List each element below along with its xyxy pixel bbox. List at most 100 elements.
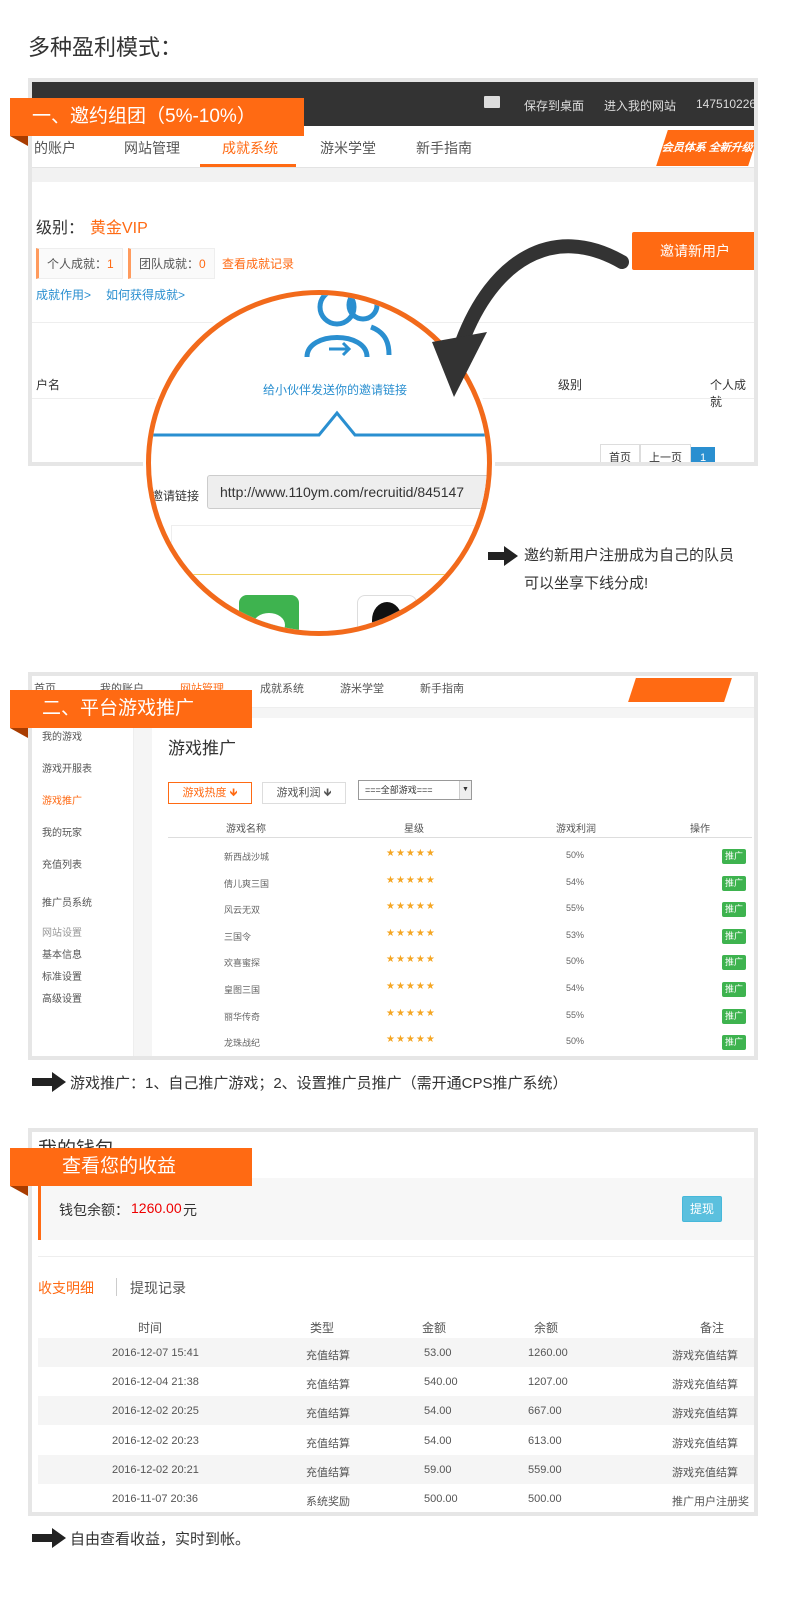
save-desktop-link[interactable]: 保存到桌面 [524,97,584,114]
promote-button[interactable]: 推广 [722,928,746,944]
curved-arrow-icon [432,239,629,397]
nav-guide[interactable]: 新手指南 [420,680,464,696]
cell-balance: 500.00 [528,1493,562,1505]
cell-remark: 游戏充值结算 [672,1408,738,1421]
promo-note: 游戏推广：1、自己推广游戏；2、设置推广员推广（需开通CPS推广系统） [70,1075,568,1092]
promote-button[interactable]: 推广 [722,902,746,918]
cell-remark: 游戏充值结算 [672,1466,738,1479]
nav-youmi-school[interactable]: 游米学堂 [320,138,376,158]
sidebar-recharge-list[interactable]: 充值列表 [42,856,82,871]
tab-income[interactable]: 收支明细 [38,1278,94,1298]
promote-button[interactable]: 推广 [722,1008,746,1024]
cell-time: 2016-12-04 21:38 [112,1376,199,1389]
member-upgrade-badge: 会员体系 全新升级 [656,130,754,166]
link-label: 邀请链接 [151,489,200,503]
promo-table-header: 游戏名称 星级 游戏利润 操作 [168,820,752,838]
promote-button[interactable]: 推广 [722,875,746,891]
personal-achievement: 个人成就：1 [36,248,123,279]
view-record-link[interactable]: 查看成就记录 [222,255,294,272]
nav-site-manage[interactable]: 网站管理 [124,138,180,158]
table-row: 2016-12-07 15:41 充值结算 53.00 1260.00 游戏充值结算 [38,1338,754,1367]
cell-time: 2016-12-07 15:41 [112,1347,199,1359]
ribbon-fold [10,136,28,146]
sidebar-my-players[interactable]: 我的玩家 [42,824,82,839]
team-achievement-value: 0 [199,257,206,271]
nav-achievement[interactable]: 成就系统 [260,680,304,696]
phone-number: 147510226 [696,97,757,111]
invite-new-user-button[interactable]: 邀请新用户 [632,232,754,270]
sidebar-server-list[interactable]: 游戏开服表 [42,760,92,775]
wechat-icon[interactable] [239,595,299,631]
ribbon-fold [10,728,28,738]
sidebar-game-promo[interactable]: 游戏推广 [42,792,82,807]
cell-time: 2016-12-02 20:23 [112,1434,199,1447]
arrow-right-icon [32,1528,66,1548]
col-type: 类型 [310,1321,335,1335]
cell-balance: 1260.00 [528,1347,568,1359]
sidebar-basic-info[interactable]: 基本信息 [42,946,82,961]
cell-balance: 613.00 [528,1434,562,1447]
personal-achievement-label: 个人成就： [47,257,108,271]
nav-my-account[interactable]: 的账户 [34,138,76,158]
level-value: 黄金VIP [90,220,148,237]
qq-icon[interactable] [357,595,417,631]
tab-withdraw[interactable]: 提现记录 [130,1278,186,1298]
pager-current[interactable]: 1 [691,447,716,462]
tab-separator [116,1278,117,1296]
table-row: 龙珠战纪 ★★★★★ 50% 推广 [168,1030,752,1056]
pager: 首页上一页1下一 [600,444,754,462]
sidebar-promoter-system[interactable]: 推广员系统 [42,894,92,909]
send-link-text: 给小伙伴发送你的邀请链接 [263,383,408,397]
game-profit: 54% [566,983,585,993]
arrow-right-icon [32,1072,66,1092]
promote-button[interactable]: 推广 [722,955,746,971]
achievement-use-link[interactable]: 成就作用> [36,286,91,303]
nav-gap [32,168,754,182]
withdraw-button[interactable]: 提现 [682,1196,722,1222]
game-name: 皇图三国 [224,985,261,995]
invite-note-line1: 邀约新用户注册成为自己的队员 [524,547,735,564]
cell-balance: 667.00 [528,1405,562,1418]
star-rating: ★★★★★ [386,1034,436,1046]
pager-prev[interactable]: 上一页 [640,444,691,462]
how-to-get-link[interactable]: 如何获得成就> [106,286,185,303]
nav-guide[interactable]: 新手指南 [416,138,472,158]
cell-remark: 游戏充值结算 [672,1350,738,1362]
cell-type: 充值结算 [306,1466,350,1479]
mail-icon[interactable] [484,96,500,108]
promote-button[interactable]: 推广 [722,982,746,997]
filter-profit-button[interactable]: 游戏利润 🡻 [262,782,346,804]
promote-button[interactable]: 推广 [722,849,746,864]
star-rating: ★★★★★ [386,901,436,913]
game-name: 龙珠战纪 [224,1038,261,1049]
pager-first[interactable]: 首页 [600,444,640,462]
sidebar-standard-settings[interactable]: 标准设置 [42,968,82,983]
nav-active-underline [200,164,296,167]
table-row: 丽华传奇 ★★★★★ 55% 推广 [168,1004,752,1030]
star-rating: ★★★★★ [386,874,436,886]
divider [38,1256,754,1257]
table-row: 2016-12-02 20:21 充值结算 59.00 559.00 游戏充值结算 [38,1454,754,1484]
nav-achievement[interactable]: 成就系统 [222,138,278,158]
table-row: 2016-12-02 20:23 充值结算 54.00 613.00 游戏充值结算 [38,1426,754,1455]
chevron-down-icon: ▼ [459,781,471,799]
sidebar-advanced-settings[interactable]: 高级设置 [42,990,82,1005]
enter-site-link[interactable]: 进入我的网站 [604,97,676,114]
cell-balance: 1207.00 [528,1376,568,1389]
invite-link-field[interactable]: http://www.110ym.com/recruitid/845147 [207,475,487,509]
cell-type: 充值结算 [306,1379,350,1392]
filter-profit-label: 游戏利润 [276,787,321,799]
nav-youmi-school[interactable]: 游米学堂 [340,680,384,696]
balance-panel: 钱包余额： 1260.00 元 [38,1178,754,1240]
filter-hot-button[interactable]: 游戏热度 🡻 [168,782,252,804]
personal-achievement-value: 1 [107,257,114,271]
section1-ribbon: 一、邀约组团（5%-10%） [10,98,304,136]
game-profit: 50% [566,850,585,860]
filter-hot-label: 游戏热度 [182,787,227,799]
sidebar-my-games[interactable]: 我的游戏 [42,728,82,743]
game-select[interactable]: ===全部游戏=== ▼ [358,780,472,800]
promote-button[interactable]: 推广 [722,1035,746,1051]
ribbon-fold [10,1186,28,1196]
game-profit: 54% [566,876,585,887]
cell-remark: 推广用户注册奖励 [672,1496,749,1508]
